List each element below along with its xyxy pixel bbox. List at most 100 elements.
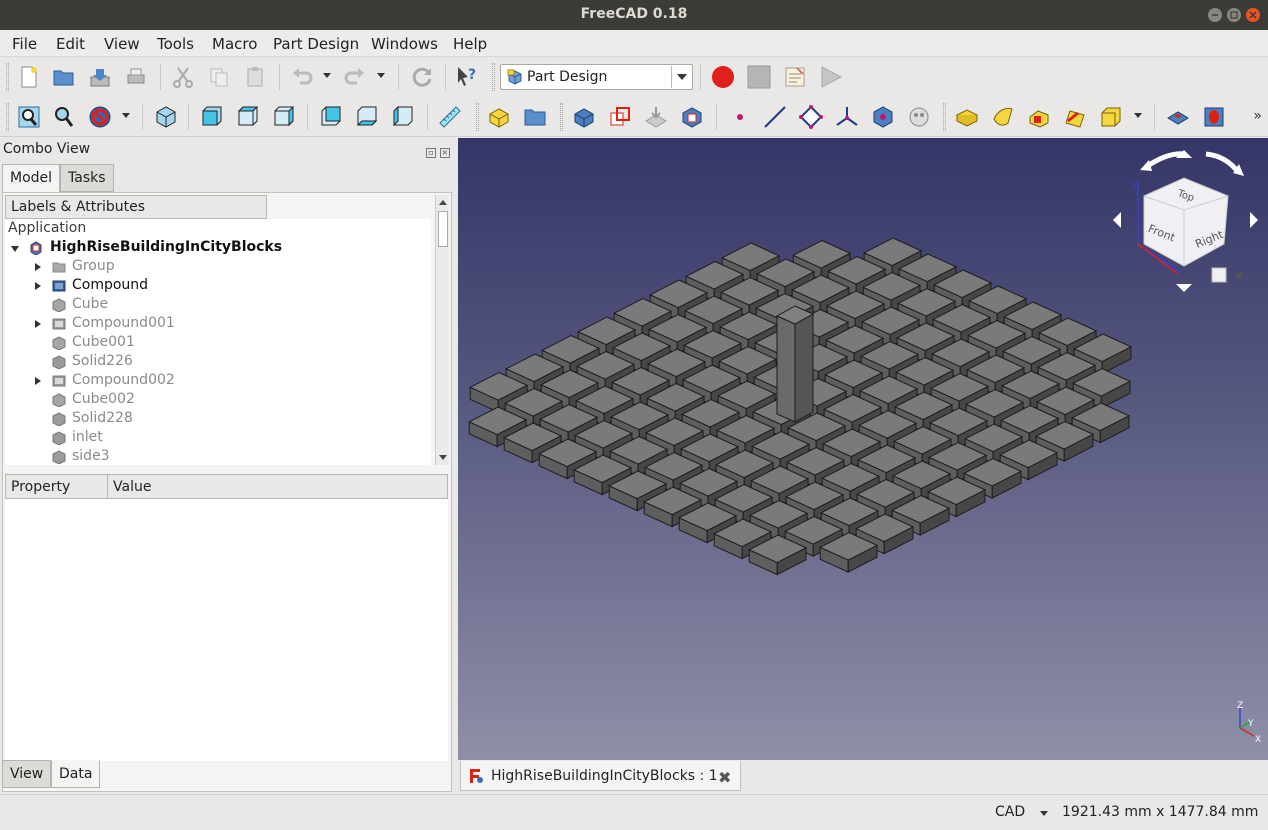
menu-view[interactable]: View [104,35,140,53]
revolution-icon[interactable] [991,105,1015,129]
navigation-style[interactable]: CAD [995,804,1025,820]
menu-edit[interactable]: Edit [56,35,85,53]
save-document-icon[interactable] [88,65,112,89]
undo-dropdown[interactable] [323,73,331,78]
sub-shape-binder-icon[interactable] [871,105,895,129]
create-body-icon[interactable] [572,105,596,129]
pad-icon[interactable] [955,105,979,129]
undo-icon[interactable] [290,65,314,89]
create-sketch-icon[interactable] [608,105,632,129]
navigation-cube[interactable]: Top Front Right Z [1098,142,1268,302]
minimize-button[interactable] [1208,8,1222,22]
close-tab-icon[interactable]: ✖ [718,768,731,787]
view-rear-icon[interactable] [319,105,343,129]
tree-item[interactable]: inlet [5,429,425,448]
menu-macro[interactable]: Macro [212,35,257,53]
record-macro-icon[interactable] [711,65,735,89]
pocket-icon[interactable] [1166,105,1190,129]
view-top-icon[interactable] [236,105,260,129]
create-group-icon[interactable] [523,105,547,129]
toolbar-grip[interactable] [943,103,946,131]
toolbar-grip[interactable] [6,63,9,91]
view-bottom-icon[interactable] [355,105,379,129]
whats-this-icon[interactable]: ? [455,65,479,89]
property-column-header[interactable]: Property [11,479,70,495]
view-left-icon[interactable] [391,105,415,129]
create-part-icon[interactable] [487,105,511,129]
macros-icon[interactable] [783,65,807,89]
menu-part-design[interactable]: Part Design [273,35,359,53]
additive-pipe-icon[interactable] [1063,105,1087,129]
float-panel-icon[interactable]: ▫ [426,148,436,158]
tree-scrollbar[interactable] [435,195,449,465]
view-right-icon[interactable] [272,105,296,129]
datum-plane-icon[interactable] [799,105,823,129]
menu-help[interactable]: Help [453,35,487,53]
tree-item[interactable]: Compound001 [5,315,425,334]
tab-data[interactable]: Data [51,760,101,788]
paste-icon[interactable] [243,65,267,89]
scroll-thumb[interactable] [438,211,448,247]
high-rise-building[interactable] [775,305,815,423]
toolbar-grip[interactable] [492,63,495,91]
execute-macro-icon[interactable] [819,65,843,89]
print-icon[interactable] [124,65,148,89]
fit-selection-icon[interactable] [52,105,76,129]
additive-loft-icon[interactable] [1027,105,1051,129]
3d-viewport[interactable]: Top Front Right Z Z Y X [458,138,1268,760]
expand-arrow-icon[interactable] [35,263,41,271]
tab-model[interactable]: Model [2,164,61,193]
workbench-selector[interactable]: Part Design [500,64,693,90]
expand-arrow-icon[interactable] [35,282,41,290]
toolbar-overflow-button[interactable]: » [1253,108,1262,124]
tree-item[interactable]: Solid228 [5,410,425,429]
expand-arrow-icon[interactable] [35,320,41,328]
tree-item[interactable]: Group [5,258,425,277]
draw-style-dropdown[interactable] [122,113,130,118]
value-column-header[interactable]: Value [113,479,151,495]
hole-icon[interactable] [1202,105,1226,129]
datum-line-icon[interactable] [763,105,787,129]
new-document-icon[interactable] [17,65,41,89]
datum-point-icon[interactable] [728,105,752,129]
toolbar-grip[interactable] [560,103,563,131]
expand-arrow-icon[interactable] [11,246,19,252]
redo-icon[interactable] [343,65,367,89]
menu-file[interactable]: File [12,35,37,53]
tree-item[interactable]: Cube [5,296,425,315]
tree-item[interactable]: Cube002 [5,391,425,410]
property-table[interactable] [5,499,448,761]
close-panel-icon[interactable]: × [440,148,450,158]
open-document-icon[interactable] [52,65,76,89]
clone-icon[interactable] [907,105,931,129]
tree-item[interactable]: side3 [5,448,425,465]
tree-document[interactable]: HighRiseBuildingInCityBlocks [5,239,425,258]
maximize-button[interactable] [1227,8,1241,22]
stop-macro-icon[interactable] [747,65,771,89]
primitive-dropdown[interactable] [1134,113,1142,118]
tab-view[interactable]: View [2,760,52,788]
expand-arrow-icon[interactable] [35,377,41,385]
additive-primitive-icon[interactable] [1099,105,1123,129]
tree-item[interactable]: Cube001 [5,334,425,353]
tree-item[interactable]: Compound [5,277,425,296]
measure-distance-icon[interactable] [438,105,462,129]
tree-item[interactable]: Compound002 [5,372,425,391]
fit-all-icon[interactable] [17,105,41,129]
refresh-icon[interactable] [410,65,434,89]
toolbar-grip[interactable] [476,103,479,131]
shape-binder-icon[interactable] [680,105,704,129]
close-window-button[interactable] [1246,8,1260,22]
tree-column-header[interactable]: Labels & Attributes [5,195,267,219]
document-tab[interactable]: HighRiseBuildingInCityBlocks : 1 ✖ [460,761,741,791]
menu-tools[interactable]: Tools [157,35,194,53]
menu-windows[interactable]: Windows [371,35,438,53]
validate-sketch-icon[interactable] [644,105,668,129]
copy-icon[interactable] [207,65,231,89]
tree-item[interactable]: Solid226 [5,353,425,372]
local-coordinate-system-icon[interactable] [835,105,859,129]
redo-dropdown[interactable] [377,73,385,78]
cut-icon[interactable] [171,65,195,89]
navigation-style-dropdown-icon[interactable] [1040,811,1048,816]
chevron-down-icon[interactable] [671,66,691,88]
